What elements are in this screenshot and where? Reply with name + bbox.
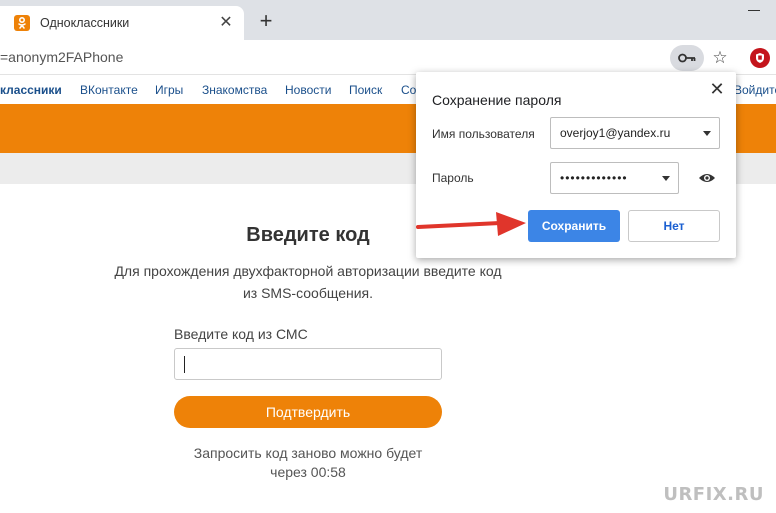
address-bar[interactable]: =anonym2FAPhone	[0, 40, 776, 75]
username-select[interactable]: overjoy1@yandex.ru	[550, 117, 720, 149]
bookmark-odnoklassniki[interactable]: классники	[0, 83, 62, 97]
popup-title: Сохранение пароля	[432, 92, 562, 108]
tab-title: Одноклассники	[40, 16, 130, 30]
window-minimize-icon[interactable]	[748, 2, 762, 14]
resend-timer-text: Запросить код заново можно будет через 0…	[174, 444, 442, 482]
bookmark-login[interactable]: Войдите	[734, 83, 776, 97]
bookmark-search[interactable]: Поиск	[349, 83, 382, 97]
watermark-logo: URFIX.RU	[663, 484, 764, 505]
tab-strip: Одноклассники ✕ +	[0, 0, 776, 40]
description-line-2: из SMS-сообщения.	[242, 285, 374, 301]
bookmark-star-icon[interactable]: ☆	[708, 45, 732, 71]
save-password-button[interactable]: Сохранить	[528, 210, 620, 242]
show-password-eye-icon[interactable]	[697, 171, 717, 185]
browser-tab[interactable]: Одноклассники ✕	[0, 6, 244, 40]
chevron-down-icon	[703, 131, 711, 136]
password-value: •••••••••••••	[560, 171, 628, 185]
sms-code-label: Введите код из СМС	[174, 326, 308, 342]
resend-line-1: Запросить код заново можно будет	[193, 445, 423, 461]
sms-code-input[interactable]	[174, 348, 442, 380]
url-text[interactable]: =anonym2FAPhone	[0, 49, 123, 65]
odnoklassniki-favicon-icon	[14, 15, 30, 31]
popup-close-icon[interactable]: ✕	[708, 80, 726, 98]
password-select[interactable]: •••••••••••••	[550, 162, 679, 194]
bookmark-partial[interactable]: Со	[401, 83, 416, 97]
password-label: Пароль	[432, 171, 474, 185]
tab-close-icon[interactable]: ✕	[218, 15, 234, 31]
chevron-down-icon	[662, 176, 670, 181]
username-label: Имя пользователя	[432, 127, 535, 141]
decline-button[interactable]: Нет	[628, 210, 720, 242]
bookmark-games[interactable]: Игры	[155, 83, 183, 97]
resend-line-2: через 00:58	[270, 464, 346, 480]
bookmark-vkontakte[interactable]: ВКонтакте	[80, 83, 138, 97]
red-pointer-arrow-icon	[416, 212, 526, 236]
description-line-1: Для прохождения двухфакторной авторизаци…	[114, 263, 502, 279]
bookmark-news[interactable]: Новости	[285, 83, 331, 97]
confirm-button[interactable]: Подтвердить	[174, 396, 442, 428]
bookmark-dating[interactable]: Знакомства	[202, 83, 267, 97]
page-description: Для прохождения двухфакторной авторизаци…	[106, 260, 510, 304]
new-tab-button[interactable]: +	[254, 10, 278, 34]
password-key-icon[interactable]	[670, 45, 704, 71]
extension-shield-icon[interactable]	[750, 48, 770, 68]
text-caret	[184, 356, 185, 373]
username-value: overjoy1@yandex.ru	[560, 126, 671, 140]
